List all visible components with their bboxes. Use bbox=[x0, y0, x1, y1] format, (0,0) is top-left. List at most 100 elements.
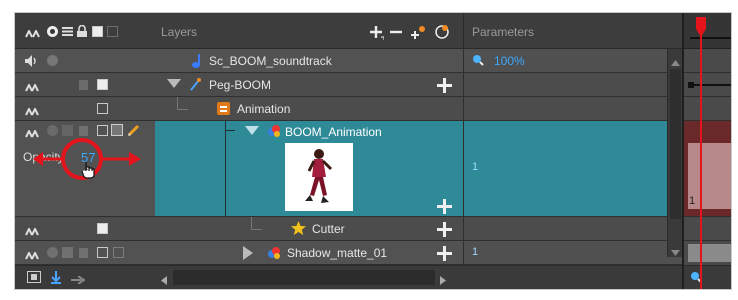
param-value[interactable]: 1 bbox=[472, 161, 478, 173]
scroll-thumb[interactable] bbox=[670, 69, 681, 219]
frame-number: 1 bbox=[689, 195, 696, 207]
stack-icon[interactable] bbox=[62, 26, 73, 37]
color-swatch[interactable] bbox=[97, 103, 108, 114]
param-footer bbox=[453, 265, 682, 289]
stack-icon[interactable] bbox=[62, 125, 73, 136]
remove-layer-icon[interactable] bbox=[389, 25, 403, 39]
tree-line bbox=[251, 217, 262, 230]
parameters-header: Parameters bbox=[463, 13, 682, 49]
drawing-layer-icon bbox=[267, 246, 281, 260]
param-row-animation bbox=[463, 97, 682, 121]
add-child-icon[interactable] bbox=[437, 222, 452, 237]
stack-icon[interactable] bbox=[62, 247, 73, 258]
layers-title: Layers bbox=[161, 25, 198, 39]
scroll-up-icon[interactable] bbox=[671, 55, 680, 66]
timeline-row-animation bbox=[684, 97, 731, 121]
sound-note-icon bbox=[191, 53, 203, 69]
color-swatch[interactable] bbox=[97, 223, 108, 234]
group-icon bbox=[217, 102, 230, 115]
param-row-cutter bbox=[463, 217, 682, 241]
peg-icon bbox=[189, 78, 201, 91]
lock-icon[interactable] bbox=[79, 80, 88, 90]
timeline-row-shadow bbox=[684, 241, 731, 265]
add-child-icon[interactable] bbox=[437, 199, 452, 214]
vertical-scrollbar[interactable] bbox=[667, 49, 683, 257]
timeline-row-peg bbox=[684, 73, 731, 97]
tree-line bbox=[177, 97, 188, 110]
layer-row-boom-animation[interactable]: Opacity 57 BOOM_Animation bbox=[15, 121, 463, 217]
thumbnail-icon[interactable] bbox=[111, 124, 123, 136]
footer-bar bbox=[15, 265, 155, 289]
layer-thumbnail bbox=[285, 143, 353, 211]
zoom-icon[interactable] bbox=[472, 54, 484, 66]
param-value[interactable]: 100% bbox=[494, 54, 525, 68]
animate-icon[interactable] bbox=[25, 225, 39, 236]
collapse-arrow-icon[interactable] bbox=[167, 77, 181, 88]
shortcut-icon[interactable] bbox=[49, 270, 63, 284]
param-row-peg-boom bbox=[463, 73, 682, 97]
thumbnail-icon[interactable] bbox=[113, 247, 124, 258]
add-layer-icon[interactable] bbox=[369, 25, 385, 40]
layer-row-soundtrack[interactable]: Sc_BOOM_soundtrack bbox=[15, 49, 463, 73]
parameters-title: Parameters bbox=[472, 25, 535, 39]
playhead-line bbox=[700, 35, 702, 289]
animate-icon[interactable] bbox=[25, 27, 45, 38]
layer-row-cutter[interactable]: Cutter bbox=[15, 217, 463, 241]
frame-ruler bbox=[684, 13, 731, 49]
tree-line bbox=[225, 121, 226, 216]
collapse-arrow-icon[interactable] bbox=[245, 124, 259, 135]
layer-row-animation[interactable]: Animation bbox=[15, 97, 463, 121]
add-child-icon[interactable] bbox=[437, 78, 452, 93]
layer-name: Shadow_matte_01 bbox=[287, 246, 388, 260]
drawing-layer-icon bbox=[267, 124, 281, 138]
visibility-icon[interactable] bbox=[47, 247, 58, 258]
scroll-right-icon[interactable] bbox=[440, 274, 446, 285]
scroll-track[interactable] bbox=[173, 270, 435, 285]
expand-arrow-icon[interactable] bbox=[243, 246, 253, 260]
speaker-icon[interactable] bbox=[25, 55, 39, 67]
animate-icon[interactable] bbox=[25, 249, 39, 260]
hand-cursor-icon bbox=[81, 161, 97, 179]
arrow-left-icon bbox=[33, 151, 63, 167]
timeline-area[interactable]: 1 bbox=[682, 13, 731, 289]
layer-name: Cutter bbox=[312, 222, 345, 236]
param-row-boom-animation: 1 bbox=[463, 121, 682, 217]
thumbnail-icon[interactable] bbox=[107, 26, 118, 37]
horizontal-scrollbar[interactable] bbox=[155, 265, 453, 289]
color-swatch[interactable] bbox=[97, 247, 108, 258]
add-drawing-layer-icon[interactable] bbox=[411, 24, 427, 40]
scroll-down-icon[interactable] bbox=[671, 245, 680, 256]
timeline-row-cutter bbox=[684, 217, 731, 241]
selected-layer-area[interactable]: BOOM_Animation bbox=[155, 121, 463, 216]
layer-row-shadow-matte[interactable]: Shadow_matte_01 bbox=[15, 241, 463, 265]
layer-name: Peg-BOOM bbox=[209, 78, 272, 92]
lock-icon[interactable] bbox=[79, 126, 88, 136]
lock-icon[interactable] bbox=[79, 248, 88, 258]
timeline-footer bbox=[684, 265, 731, 289]
color-swatch[interactable] bbox=[97, 79, 108, 90]
param-row-shadow-matte: 1 bbox=[463, 241, 682, 265]
layers-header: Layers bbox=[15, 13, 463, 49]
param-value[interactable]: 1 bbox=[472, 246, 478, 258]
color-swatch-icon[interactable] bbox=[92, 26, 103, 37]
color-swatch[interactable] bbox=[97, 125, 108, 136]
visibility-icon[interactable] bbox=[47, 125, 58, 136]
add-child-icon[interactable] bbox=[437, 246, 452, 261]
arrow-right-icon bbox=[101, 151, 141, 167]
visibility-icon[interactable] bbox=[47, 55, 58, 66]
layer-view-icon[interactable] bbox=[27, 271, 41, 283]
animate-icon[interactable] bbox=[25, 81, 39, 92]
visibility-icon[interactable] bbox=[47, 26, 58, 37]
scroll-left-icon[interactable] bbox=[161, 274, 167, 285]
timeline-row-sound bbox=[684, 49, 731, 73]
playhead-marker[interactable] bbox=[696, 17, 706, 37]
lock-icon[interactable] bbox=[77, 24, 87, 37]
animate-icon[interactable] bbox=[25, 127, 39, 138]
timeline-row-boom-animation[interactable]: 1 bbox=[684, 121, 731, 217]
pencil-icon[interactable] bbox=[127, 123, 141, 137]
arrow-right-icon[interactable] bbox=[71, 273, 86, 285]
layer-row-peg-boom[interactable]: Peg-BOOM bbox=[15, 73, 463, 97]
layer-name: Animation bbox=[237, 102, 291, 116]
animate-icon[interactable] bbox=[25, 105, 39, 116]
add-peg-icon[interactable] bbox=[433, 23, 451, 41]
